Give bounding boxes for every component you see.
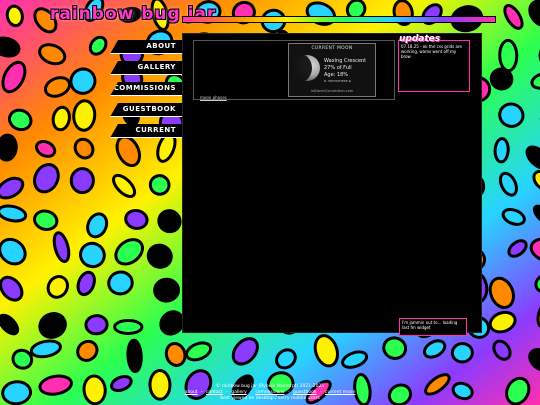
footer-separator: - — [226, 390, 228, 395]
moon-info: Waxing Crescent 27% of Full Age: 18% — [324, 58, 366, 79]
moon-credit-link[interactable]: InDiscerConnection.com — [289, 89, 375, 93]
moon-widget-title: CURRENT MOON — [311, 46, 353, 51]
footer: © rainbow bug jar (Rynkie Navetrpt) 2021… — [0, 384, 540, 402]
footer-link-contact[interactable]: contact — [206, 390, 223, 395]
updates-text: 07.18.25 - ok the css grids are working,… — [401, 44, 462, 59]
leopard-spot — [493, 137, 510, 164]
footer-separator: - — [319, 390, 322, 395]
footer-link-about[interactable]: about — [185, 390, 198, 395]
nav-item-about[interactable]: ABOUT — [110, 40, 182, 54]
footer-link-commissions[interactable]: commissions — [255, 390, 284, 395]
moon-phase: Waxing Crescent — [324, 58, 367, 64]
footer-separator: - — [250, 390, 252, 395]
moon-phases-link[interactable]: moon phases — [200, 95, 227, 100]
leopard-spot — [498, 38, 519, 73]
leopard-spot — [450, 342, 474, 364]
moon-illumination: 27% of Full — [324, 65, 352, 71]
footer-note: best viewed on desktop / sorry mobile us… — [220, 396, 320, 401]
leopard-spot — [0, 133, 18, 162]
footer-link-guestbook[interactable]: guestbook — [293, 390, 317, 395]
leopard-spot — [126, 338, 143, 374]
footer-link-current-moon[interactable]: current moon — [325, 390, 355, 395]
leopard-spot — [69, 167, 95, 195]
nav-item-current-moon[interactable]: CURRENT MOON — [110, 124, 182, 138]
updates-title: updates — [399, 34, 441, 44]
main-nav: ABOUT GALLERY COMMISSIONS GUESTBOOK CURR… — [110, 40, 182, 145]
footer-separator: - — [201, 390, 203, 395]
moon-age: Age: 18% — [324, 72, 349, 78]
main-content-panel: moon phases CURRENT MOON Waxing Crescent… — [182, 33, 482, 336]
leopard-spot — [84, 314, 109, 336]
leopard-spot — [72, 99, 97, 132]
nav-item-commissions[interactable]: COMMISSIONS — [110, 82, 182, 96]
leopard-spot — [113, 319, 144, 335]
nav-item-guestbook[interactable]: GUESTBOOK — [110, 103, 182, 117]
rainbow-divider — [182, 16, 496, 23]
footer-separator: - — [287, 390, 290, 395]
moon-icon — [294, 55, 320, 81]
footer-link-gallery[interactable]: gallery — [231, 390, 246, 395]
music-widget: I'm jammin out to... loading last fm wid… — [399, 318, 467, 336]
moon-widget[interactable]: CURRENT MOON Waxing Crescent 27% of Full… — [288, 43, 376, 97]
moon-hemisphere: N. HEMISPHERE ⊞ — [324, 79, 352, 83]
updates-box: updates 07.18.25 - ok the css grids are … — [398, 34, 470, 92]
leopard-spot — [153, 277, 180, 303]
nav-item-gallery[interactable]: GALLERY — [110, 61, 182, 75]
